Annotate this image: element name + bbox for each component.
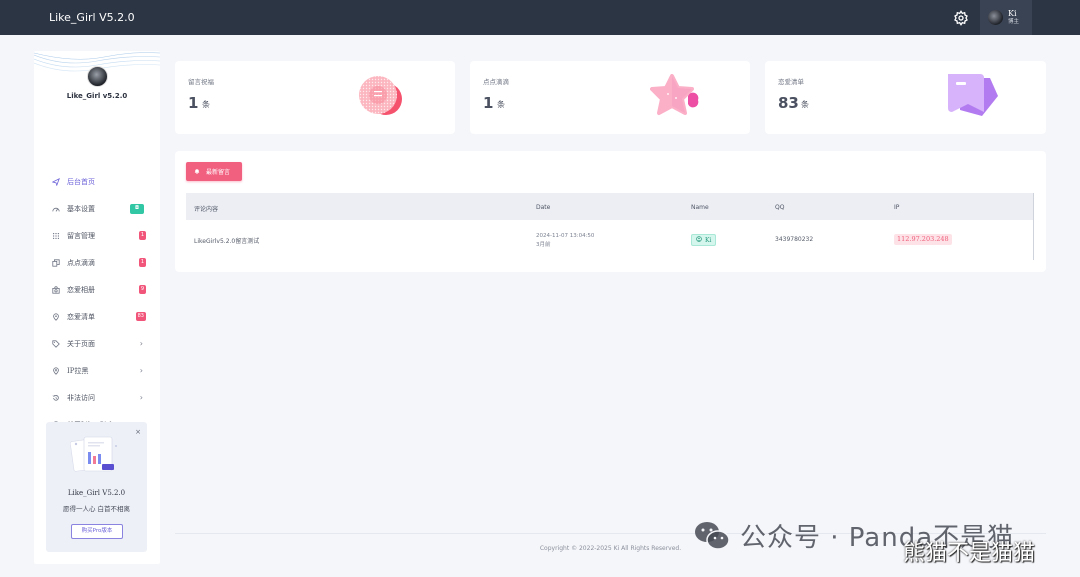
stat-value: 1 [188,94,199,112]
sidebar-title: Like_Girl v5.2.0 [66,92,128,100]
location-icon [52,312,60,321]
stat-unit: 条 [202,100,210,109]
stat-card-love-list: 恋爱清单 83 条 [765,61,1046,134]
column-header-content: 评论内容 [194,206,219,213]
latest-messages-label: 最新留言 [206,169,231,176]
column-header-ip: IP [894,204,900,211]
sidebar-item-ip-block[interactable]: IP拉黑 › [34,357,160,384]
message-relative-time: 3月前 [536,242,551,248]
chevron-right-icon: › [139,366,143,375]
stat-card-messages: 留言祝福 1 条 [175,61,455,134]
stat-label: 留言祝福 [188,78,214,86]
sidebar-item-moments[interactable]: 点点滴滴 1 [34,249,160,276]
promo-title: Like_Girl V5.2.0 [67,489,126,497]
user-icon [696,236,702,244]
avatar [988,10,1003,25]
user-menu[interactable]: Ki 博主 [980,0,1032,35]
ip-address: 112.97.203.248 [894,234,952,245]
user-name: Ki [1008,8,1017,18]
tag-icon [52,339,60,348]
sidebar-item-about-page[interactable]: 关于页面 › [34,330,160,357]
sidebar-item-dashboard[interactable]: 后台首页 [34,168,160,195]
table-row: LikeGirlv5.2.0留言测试 2024-11-07 13:04:50 3… [186,220,1034,260]
count-badge: 1 [138,258,146,267]
sidebar-item-label: 非法访问 [67,393,95,402]
avatar [87,66,108,87]
latest-messages-panel: 最新留言 评论内容 Date Name QQ IP LikeGirlv5.2.0… [175,151,1046,272]
author-tag: Ki [691,234,717,246]
sidebar-item-label: 后台首页 [67,177,95,186]
column-header-qq: QQ [775,204,785,211]
pin-icon [52,366,60,375]
sidebar-item-settings[interactable]: 基本设置 ◘ [34,195,160,222]
sidebar-item-label: 恋爱相册 [67,285,95,294]
promo-card: × Like_Girl V5.2.0 愿得一人心 白首不相离 购买Pro版本 [46,422,147,552]
gear-icon[interactable] [953,10,969,26]
stat-label: 点点滴滴 [483,78,509,86]
gauge-icon [52,205,60,213]
stat-value: 83 [778,94,799,112]
latest-messages-button[interactable]: 最新留言 [186,162,242,181]
folder-illustration [948,74,998,116]
message-date: 2024-11-07 13:04:50 3月前 [536,232,594,250]
column-header-date: Date [536,204,551,211]
star-illustration [650,74,699,115]
history-icon [52,394,60,402]
stat-card-moments: 点点滴滴 1 条 [470,61,750,134]
status-badge: ◘ [130,204,144,214]
stat-unit: 条 [801,100,809,109]
sidebar-item-messages[interactable]: 留言管理 1 [34,222,160,249]
wechat-icon [695,522,730,550]
user-role: 博主 [1008,18,1020,25]
stat-unit: 条 [497,100,505,109]
camera-icon [52,285,60,294]
promo-subtitle: 愿得一人心 白首不相离 [62,505,131,513]
copy-icon [52,258,60,267]
count-badge: 83 [135,312,146,321]
send-icon [52,177,60,186]
grid-icon [52,232,60,240]
message-content: LikeGirlv5.2.0留言测试 [194,238,260,245]
sidebar-item-label: 关于页面 [67,339,95,348]
watermark: 公众号 · Panda不是猫 熊猫不是猫猫 [693,513,1068,573]
buy-pro-button[interactable]: 购买Pro版本 [71,524,123,539]
column-header-name: Name [691,204,709,211]
sidebar-item-label: 恋爱清单 [67,312,95,321]
chevron-right-icon: › [139,393,143,402]
qq-number: 3439780232 [775,236,814,243]
message-datetime: 2024-11-07 13:04:50 [536,233,595,239]
sidebar-item-love-list[interactable]: 恋爱清单 83 [34,303,160,330]
count-badge: 9 [138,285,146,294]
stat-label: 恋爱清单 [778,78,804,86]
chevron-right-icon: › [139,339,143,348]
author-name: Ki [705,236,712,244]
sidebar-menu: 后台首页 基本设置 ◘ 留言管理 1 点点滴滴 1 恋爱相册 9 恋爱清单 83… [34,168,160,438]
promo-illustration [69,436,117,472]
sidebar-item-label: 点点滴滴 [67,258,95,267]
watermark-author: 熊猫不是猫猫 [903,541,1036,566]
sidebar-item-illegal-access[interactable]: 非法访问 › [34,384,160,411]
sidebar-item-label: 留言管理 [67,231,95,240]
message-bubble-illustration [359,76,402,115]
stat-value: 1 [483,94,494,112]
sidebar-item-label: IP拉黑 [67,366,89,375]
bell-icon [194,168,200,176]
sidebar-item-label: 基本设置 [67,204,95,213]
app-title[interactable]: Like_Girl V5.2.0 [49,11,135,24]
count-badge: 1 [138,231,146,240]
sidebar: Like_Girl v5.2.0 后台首页 基本设置 ◘ 留言管理 1 点点滴滴… [34,51,160,564]
table-header: 评论内容 Date Name QQ IP [186,193,1034,220]
sidebar-item-album[interactable]: 恋爱相册 9 [34,276,160,303]
close-icon[interactable]: × [135,428,141,436]
top-bar: Like_Girl V5.2.0 [0,0,1080,35]
